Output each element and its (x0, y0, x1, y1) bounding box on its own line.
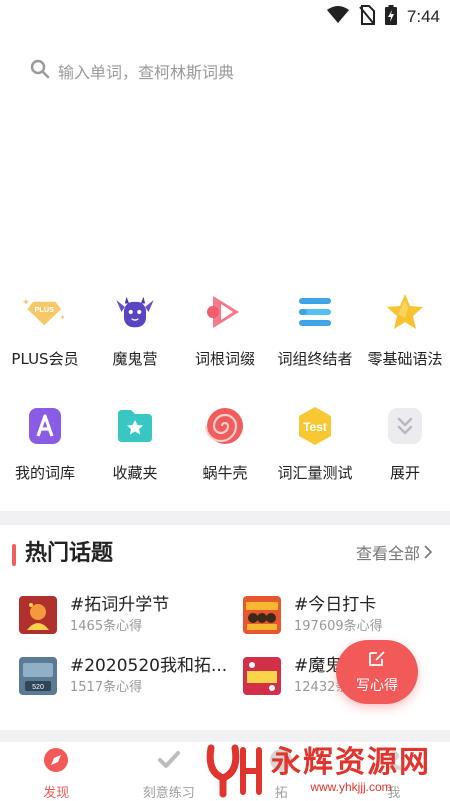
folder-star-icon (113, 404, 157, 448)
topic-title: #拓词升学节 (70, 594, 169, 616)
svg-text:520: 520 (32, 684, 44, 691)
status-bar: 7:44 (0, 0, 450, 32)
search-placeholder: 输入单词，查柯林斯词典 (58, 59, 234, 83)
topic-count: 197609条心得 (294, 619, 383, 635)
grid-label: 蜗牛壳 (202, 462, 247, 483)
grid-item-snail-shell[interactable]: 蜗牛壳 (180, 404, 270, 483)
topic-thumbnail: 520 (19, 657, 57, 695)
battery-charging-icon (385, 5, 397, 29)
topic-count: 1517条心得 (70, 680, 142, 696)
grid-label: 我的词库 (15, 462, 75, 483)
topic-count: 1465条心得 (70, 619, 142, 635)
section-title: 热门话题 (25, 538, 113, 570)
chevron-double-down-icon (383, 404, 427, 448)
status-time: 7:44 (407, 7, 440, 27)
plus-badge-text: PLUS (34, 305, 54, 314)
letter-a-icon (23, 404, 67, 448)
tab-label: 发现 (43, 782, 69, 801)
grid-label: 词根词缀 (195, 348, 255, 369)
topic-item[interactable]: #今日打卡 197609条心得 (243, 594, 450, 638)
write-notes-label: 写心得 (356, 675, 398, 695)
section-accent-bar (12, 544, 16, 566)
test-badge-text: Test (303, 420, 327, 434)
grid-label: PLUS会员 (11, 348, 78, 369)
grid-item-devil-camp[interactable]: 魔鬼营 (90, 290, 180, 369)
search-input[interactable]: 输入单词，查柯林斯词典 (30, 56, 234, 86)
view-all-label: 查看全部 (356, 542, 420, 566)
hot-topics-header: 热门话题 查看全部 (0, 538, 450, 572)
lines-icon (293, 290, 337, 334)
edit-icon (368, 649, 386, 671)
no-sim-icon (359, 5, 375, 29)
star-icon (383, 290, 427, 334)
tab-label: 刻意练习 (143, 782, 195, 801)
play-triangle-icon (203, 290, 247, 334)
chevron-right-icon (424, 542, 432, 566)
grid-item-plus[interactable]: PLUS PLUS会员 (0, 290, 90, 369)
topic-title: #今日打卡 (294, 594, 376, 616)
watermark-text: 永辉资源网 www.yhkjjj.com (271, 746, 431, 794)
wifi-icon (327, 6, 349, 28)
view-all-link[interactable]: 查看全部 (356, 542, 432, 566)
topic-thumbnail (243, 596, 281, 634)
search-icon (30, 59, 50, 83)
tab-discover[interactable]: 发现 (0, 742, 113, 800)
grid-label: 零基础语法 (367, 348, 442, 369)
grid-item-grammar[interactable]: 零基础语法 (360, 290, 450, 369)
compass-icon (42, 746, 70, 778)
grid-item-roots[interactable]: 词根词缀 (180, 290, 270, 369)
topic-thumbnail (243, 657, 281, 695)
snail-shell-icon (203, 404, 247, 448)
watermark-sub: www.yhkjjj.com (271, 780, 431, 794)
topic-item[interactable]: 520 #2020520我和拓... 1517条心得 (19, 655, 229, 699)
grid-item-vocab-test[interactable]: Test 词汇量测试 (270, 404, 360, 483)
grid-label: 词汇量测试 (277, 462, 352, 483)
watermark-main: 永辉资源网 (271, 746, 431, 780)
topic-title: #魔鬼 (294, 655, 342, 677)
grid-label: 魔鬼营 (112, 348, 157, 369)
watermark: 永辉资源网 www.yhkjjj.com (205, 740, 445, 800)
topic-thumbnail (19, 596, 57, 634)
feature-grid-row-2: 我的词库 收藏夹 蜗牛壳 Test 词汇量测试 (0, 404, 450, 483)
grid-item-my-library[interactable]: 我的词库 (0, 404, 90, 483)
status-icons: 7:44 (327, 5, 440, 29)
topic-title: #2020520我和拓... (70, 655, 227, 677)
write-notes-button[interactable]: 写心得 (336, 640, 418, 704)
grid-item-phrases[interactable]: 词组终结者 (270, 290, 360, 369)
grid-item-expand[interactable]: 展开 (360, 404, 450, 483)
devil-mascot-icon (113, 290, 157, 334)
check-icon (155, 746, 183, 778)
grid-label: 展开 (390, 462, 420, 483)
feature-grid-row-1: PLUS PLUS会员 魔鬼营 词 (0, 290, 450, 369)
grid-label: 词组终结者 (277, 348, 352, 369)
grid-label: 收藏夹 (112, 462, 157, 483)
section-divider (0, 511, 450, 525)
watermark-logo (205, 742, 265, 798)
test-badge-icon: Test (293, 404, 337, 448)
grid-item-favorites[interactable]: 收藏夹 (90, 404, 180, 483)
plus-badge-icon: PLUS (23, 290, 67, 334)
topic-item[interactable]: #拓词升学节 1465条心得 (19, 594, 229, 638)
